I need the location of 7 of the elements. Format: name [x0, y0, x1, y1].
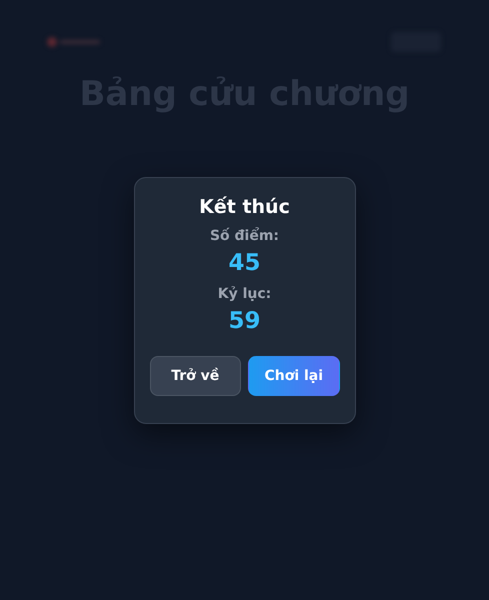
best-label: Kỷ lục: [218, 286, 272, 302]
dialog-title: Kết thúc [199, 196, 290, 218]
replay-button[interactable]: Chơi lại [248, 356, 340, 396]
best-value: 59 [228, 308, 260, 334]
score-label: Số điểm: [210, 228, 280, 244]
score-value: 45 [228, 250, 260, 276]
back-button[interactable]: Trở về [150, 356, 241, 396]
